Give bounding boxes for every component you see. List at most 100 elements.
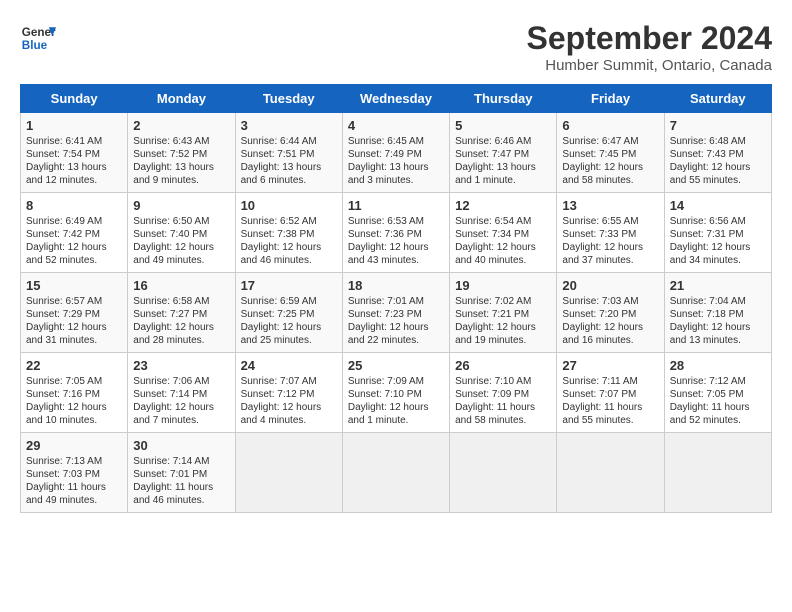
calendar-day-19: 19Sunrise: 7:02 AMSunset: 7:21 PMDayligh… xyxy=(450,273,557,353)
day-info: Daylight: 12 hours and 49 minutes. xyxy=(133,241,229,267)
day-info: Sunset: 7:25 PM xyxy=(241,308,337,321)
day-number: 4 xyxy=(348,118,444,133)
day-info: Sunset: 7:38 PM xyxy=(241,228,337,241)
calendar-day-13: 13Sunrise: 6:55 AMSunset: 7:33 PMDayligh… xyxy=(557,193,664,273)
calendar-day-15: 15 Sunrise: 6:57 AMSunset: 7:29 PMDayligh… xyxy=(21,273,128,353)
day-number: 20 xyxy=(562,278,658,293)
day-info: Daylight: 12 hours and 22 minutes. xyxy=(348,321,444,347)
calendar-day-empty xyxy=(342,433,449,513)
day-info: Sunrise: 6:43 AM xyxy=(133,135,229,148)
day-number: 11 xyxy=(348,198,444,213)
calendar-day-4: 4Sunrise: 6:45 AMSunset: 7:49 PMDaylight… xyxy=(342,113,449,193)
day-info: Sunset: 7:03 PM xyxy=(26,468,122,481)
day-info: Daylight: 12 hours and 7 minutes. xyxy=(133,401,229,427)
day-info: Sunset: 7:43 PM xyxy=(670,148,766,161)
day-info: Daylight: 12 hours and 1 minute. xyxy=(348,401,444,427)
calendar-table: SundayMondayTuesdayWednesdayThursdayFrid… xyxy=(20,84,772,513)
day-info: Sunset: 7:20 PM xyxy=(562,308,658,321)
day-info: Sunrise: 6:54 AM xyxy=(455,215,551,228)
day-info: Sunrise: 6:44 AM xyxy=(241,135,337,148)
calendar-week-4: 22Sunrise: 7:05 AMSunset: 7:16 PMDayligh… xyxy=(21,353,772,433)
calendar-header-thursday: Thursday xyxy=(450,85,557,113)
day-info: Sunrise: 6:57 AM xyxy=(26,295,122,308)
day-number: 15 xyxy=(26,278,122,293)
day-info: Daylight: 12 hours and 28 minutes. xyxy=(133,321,229,347)
day-number: 22 xyxy=(26,358,122,373)
day-info: Sunset: 7:42 PM xyxy=(26,228,122,241)
calendar-day-2: 2Sunrise: 6:43 AMSunset: 7:52 PMDaylight… xyxy=(128,113,235,193)
day-info: Daylight: 12 hours and 13 minutes. xyxy=(670,321,766,347)
day-info: Sunset: 7:07 PM xyxy=(562,388,658,401)
day-info: Sunrise: 7:02 AM xyxy=(455,295,551,308)
day-info: Sunrise: 7:11 AM xyxy=(562,375,658,388)
day-number: 12 xyxy=(455,198,551,213)
day-info: Sunset: 7:49 PM xyxy=(348,148,444,161)
day-info: Daylight: 12 hours and 46 minutes. xyxy=(241,241,337,267)
day-info: Sunrise: 6:50 AM xyxy=(133,215,229,228)
calendar-day-10: 10Sunrise: 6:52 AMSunset: 7:38 PMDayligh… xyxy=(235,193,342,273)
day-info: Daylight: 11 hours and 58 minutes. xyxy=(455,401,551,427)
calendar-day-6: 6Sunrise: 6:47 AMSunset: 7:45 PMDaylight… xyxy=(557,113,664,193)
calendar-week-1: 1Sunrise: 6:41 AMSunset: 7:54 PMDaylight… xyxy=(21,113,772,193)
calendar-day-empty xyxy=(450,433,557,513)
day-number: 14 xyxy=(670,198,766,213)
calendar-body: 1Sunrise: 6:41 AMSunset: 7:54 PMDaylight… xyxy=(21,113,772,513)
title-block: September 2024 Humber Summit, Ontario, C… xyxy=(527,20,772,74)
day-number: 3 xyxy=(241,118,337,133)
day-info: Daylight: 13 hours and 3 minutes. xyxy=(348,161,444,187)
day-info: Sunrise: 6:47 AM xyxy=(562,135,658,148)
calendar-day-25: 25Sunrise: 7:09 AMSunset: 7:10 PMDayligh… xyxy=(342,353,449,433)
calendar-header-tuesday: Tuesday xyxy=(235,85,342,113)
calendar-day-26: 26Sunrise: 7:10 AMSunset: 7:09 PMDayligh… xyxy=(450,353,557,433)
day-info: Sunset: 7:52 PM xyxy=(133,148,229,161)
day-info: Sunrise: 6:52 AM xyxy=(241,215,337,228)
calendar-day-20: 20Sunrise: 7:03 AMSunset: 7:20 PMDayligh… xyxy=(557,273,664,353)
day-info: Daylight: 11 hours and 46 minutes. xyxy=(133,481,229,507)
location-subtitle: Humber Summit, Ontario, Canada xyxy=(527,57,772,74)
calendar-day-empty xyxy=(664,433,771,513)
calendar-day-9: 9Sunrise: 6:50 AMSunset: 7:40 PMDaylight… xyxy=(128,193,235,273)
day-info: Sunset: 7:14 PM xyxy=(133,388,229,401)
calendar-day-7: 7Sunrise: 6:48 AMSunset: 7:43 PMDaylight… xyxy=(664,113,771,193)
day-info: Sunrise: 6:53 AM xyxy=(348,215,444,228)
day-info: Daylight: 12 hours and 25 minutes. xyxy=(241,321,337,347)
day-info: Daylight: 11 hours and 55 minutes. xyxy=(562,401,658,427)
calendar-day-12: 12 Sunrise: 6:54 AMSunset: 7:34 PMDayligh… xyxy=(450,193,557,273)
day-info: Daylight: 12 hours and 19 minutes. xyxy=(455,321,551,347)
day-info: Daylight: 12 hours and 31 minutes. xyxy=(26,321,122,347)
calendar-day-21: 21Sunrise: 7:04 AMSunset: 7:18 PMDayligh… xyxy=(664,273,771,353)
day-info: Sunrise: 7:06 AM xyxy=(133,375,229,388)
calendar-day-24: 24Sunrise: 7:07 AMSunset: 7:12 PMDayligh… xyxy=(235,353,342,433)
day-info: Sunset: 7:16 PM xyxy=(26,388,122,401)
day-info: Sunset: 7:23 PM xyxy=(348,308,444,321)
day-info: Daylight: 12 hours and 55 minutes. xyxy=(670,161,766,187)
day-info: Daylight: 13 hours and 9 minutes. xyxy=(133,161,229,187)
calendar-day-empty xyxy=(235,433,342,513)
day-info: Sunset: 7:47 PM xyxy=(455,148,551,161)
calendar-day-1: 1Sunrise: 6:41 AMSunset: 7:54 PMDaylight… xyxy=(21,113,128,193)
day-info: Sunrise: 7:09 AM xyxy=(348,375,444,388)
day-info: Sunrise: 6:58 AM xyxy=(133,295,229,308)
calendar-header-sunday: Sunday xyxy=(21,85,128,113)
day-number: 9 xyxy=(133,198,229,213)
calendar-day-empty xyxy=(557,433,664,513)
day-info: Daylight: 12 hours and 10 minutes. xyxy=(26,401,122,427)
day-info: Daylight: 11 hours and 52 minutes. xyxy=(670,401,766,427)
day-info: Daylight: 12 hours and 40 minutes. xyxy=(455,241,551,267)
calendar-day-30: 30Sunrise: 7:14 AMSunset: 7:01 PMDayligh… xyxy=(128,433,235,513)
calendar-day-27: 27Sunrise: 7:11 AMSunset: 7:07 PMDayligh… xyxy=(557,353,664,433)
month-title: September 2024 xyxy=(527,20,772,57)
day-info: Sunrise: 7:12 AM xyxy=(670,375,766,388)
day-info: Sunrise: 7:04 AM xyxy=(670,295,766,308)
day-info: Sunrise: 7:13 AM xyxy=(26,455,122,468)
day-info: Sunset: 7:51 PM xyxy=(241,148,337,161)
day-info: Sunrise: 6:41 AM xyxy=(26,135,122,148)
day-number: 5 xyxy=(455,118,551,133)
day-info: Daylight: 12 hours and 37 minutes. xyxy=(562,241,658,267)
day-number: 17 xyxy=(241,278,337,293)
calendar-header-friday: Friday xyxy=(557,85,664,113)
day-info: Sunset: 7:29 PM xyxy=(26,308,122,321)
calendar-day-5: 5Sunrise: 6:46 AMSunset: 7:47 PMDaylight… xyxy=(450,113,557,193)
day-number: 23 xyxy=(133,358,229,373)
day-info: Sunset: 7:34 PM xyxy=(455,228,551,241)
